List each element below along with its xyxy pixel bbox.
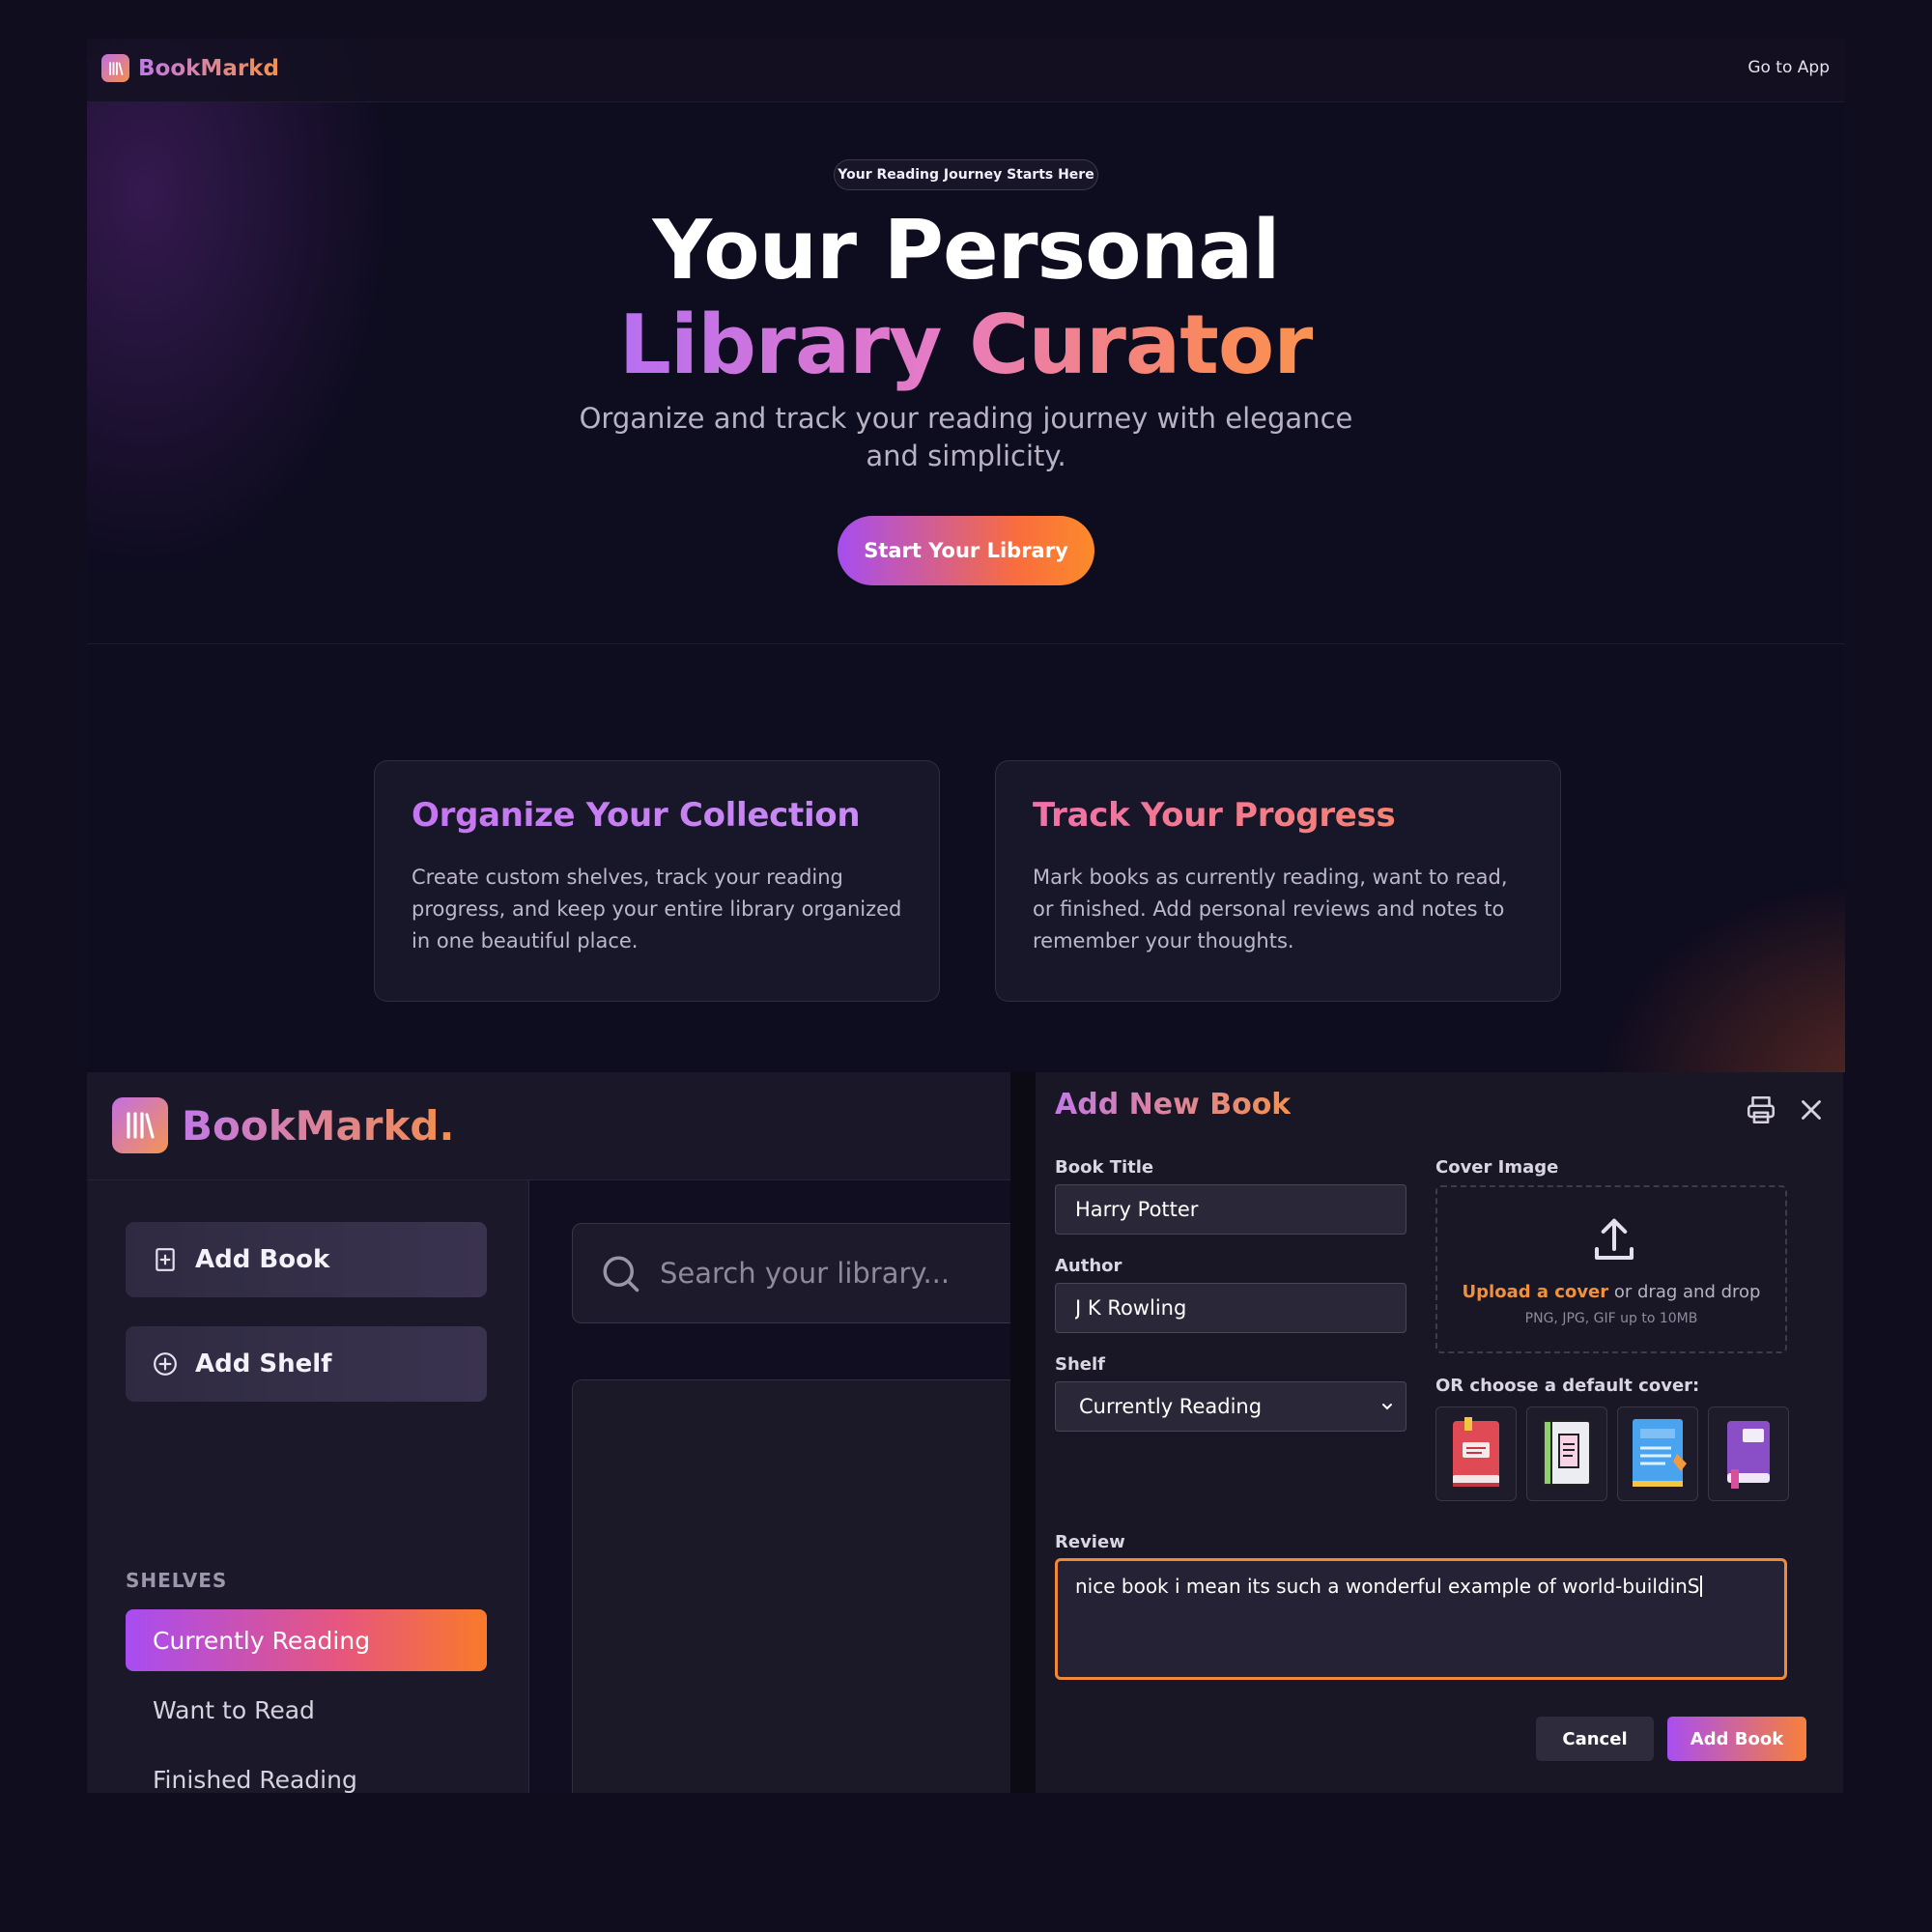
review-textarea[interactable]: nice book i mean its such a wonderful ex… xyxy=(1055,1558,1787,1680)
feature-card-organize: Organize Your Collection Create custom s… xyxy=(374,760,940,1002)
add-book-label: Add Book xyxy=(195,1245,330,1274)
brand-logo[interactable]: BookMarkd xyxy=(101,54,279,82)
print-icon[interactable] xyxy=(1745,1094,1777,1126)
review-text: nice book i mean its such a wonderful ex… xyxy=(1075,1575,1700,1598)
landing-page: BookMarkd Go to App Your Reading Journey… xyxy=(87,39,1845,1072)
app-brand[interactable]: BookMarkd. xyxy=(112,1097,454,1153)
add-book-submit-button[interactable]: Add Book xyxy=(1667,1717,1806,1761)
chevron-down-icon xyxy=(1382,1404,1392,1410)
hero-title-gradient: Library Curator xyxy=(618,298,1314,393)
upload-icon xyxy=(1594,1218,1634,1261)
blue-notebook-icon xyxy=(1633,1419,1687,1487)
book-plus-icon xyxy=(156,1248,175,1271)
red-book-icon xyxy=(1453,1417,1499,1487)
default-cover-scroll[interactable] xyxy=(1526,1406,1607,1501)
section-divider xyxy=(87,643,1845,644)
shelf-finished-reading[interactable]: Finished Reading xyxy=(126,1748,487,1794)
book-list-panel xyxy=(572,1379,1010,1793)
scroll-book-icon xyxy=(1543,1420,1591,1486)
library-icon xyxy=(112,1097,168,1153)
hero-title-line2: Library Curator xyxy=(87,298,1845,393)
add-shelf-button[interactable]: Add Shelf xyxy=(126,1326,487,1402)
author-input[interactable] xyxy=(1055,1283,1406,1333)
feature-title: Track Your Progress xyxy=(1033,796,1523,835)
purple-book-icon xyxy=(1727,1421,1770,1489)
book-title-label: Book Title xyxy=(1055,1157,1154,1178)
default-cover-red[interactable] xyxy=(1435,1406,1517,1501)
shelf-select-value: Currently Reading xyxy=(1079,1395,1263,1418)
go-to-app-link[interactable]: Go to App xyxy=(1747,58,1830,77)
shelf-currently-reading[interactable]: Currently Reading xyxy=(126,1609,487,1671)
upload-rest-text: or drag and drop xyxy=(1608,1282,1761,1302)
upload-cover-link[interactable]: Upload a cover xyxy=(1463,1282,1609,1302)
add-book-modal: Add New Book Book Title Author Shelf Cur… xyxy=(1010,1072,1843,1793)
app-preview: BookMarkd. Add Book Add Shelf SHELVES Cu… xyxy=(87,1072,1010,1793)
library-icon xyxy=(101,54,129,82)
shelf-select[interactable]: Currently Reading xyxy=(1055,1381,1406,1432)
upload-instructions: Upload a cover or drag and drop xyxy=(1437,1282,1785,1302)
search-input[interactable]: Search your library... xyxy=(572,1223,1010,1323)
hero-title-line1: Your Personal xyxy=(652,203,1280,298)
default-cover-purple[interactable] xyxy=(1708,1406,1789,1501)
close-icon[interactable] xyxy=(1795,1094,1828,1126)
cancel-button[interactable]: Cancel xyxy=(1536,1717,1654,1761)
author-label: Author xyxy=(1055,1256,1122,1276)
default-cover-label: OR choose a default cover: xyxy=(1435,1376,1700,1396)
hero-subtitle: Organize and track your reading journey … xyxy=(579,402,1353,472)
shelf-label: Shelf xyxy=(1055,1354,1105,1375)
app-brand-name: BookMarkd. xyxy=(182,1101,455,1150)
review-label: Review xyxy=(1055,1532,1125,1552)
modal-title: Add New Book xyxy=(1055,1088,1292,1122)
text-caret xyxy=(1699,1576,1702,1597)
feature-title: Organize Your Collection xyxy=(412,796,902,835)
add-book-button[interactable]: Add Book xyxy=(126,1222,487,1297)
search-placeholder: Search your library... xyxy=(660,1257,951,1290)
shelves-heading: SHELVES xyxy=(126,1569,228,1592)
hero-badge: Your Reading Journey Starts Here xyxy=(834,159,1098,190)
top-navbar: BookMarkd Go to App xyxy=(87,39,1845,102)
plus-circle-icon xyxy=(154,1352,177,1376)
feature-card-track: Track Your Progress Mark books as curren… xyxy=(995,760,1561,1002)
start-library-button[interactable]: Start Your Library xyxy=(838,516,1094,585)
cover-image-label: Cover Image xyxy=(1435,1157,1559,1178)
search-icon xyxy=(603,1256,639,1293)
feature-body: Mark books as currently reading, want to… xyxy=(1033,866,1508,952)
add-shelf-label: Add Shelf xyxy=(195,1350,332,1378)
sidebar: Add Book Add Shelf SHELVES Currently Rea… xyxy=(87,1180,529,1793)
default-cover-blue[interactable] xyxy=(1617,1406,1698,1501)
shelf-want-to-read[interactable]: Want to Read xyxy=(126,1679,487,1741)
app-header: BookMarkd. xyxy=(87,1072,1010,1180)
upload-hint: PNG, JPG, GIF up to 10MB xyxy=(1524,1311,1698,1326)
cover-dropzone[interactable]: Upload a cover or drag and drop PNG, JPG… xyxy=(1435,1185,1787,1353)
feature-body: Create custom shelves, track your readin… xyxy=(412,866,902,952)
brand-name: BookMarkd xyxy=(138,55,279,81)
book-title-input[interactable] xyxy=(1055,1184,1406,1235)
